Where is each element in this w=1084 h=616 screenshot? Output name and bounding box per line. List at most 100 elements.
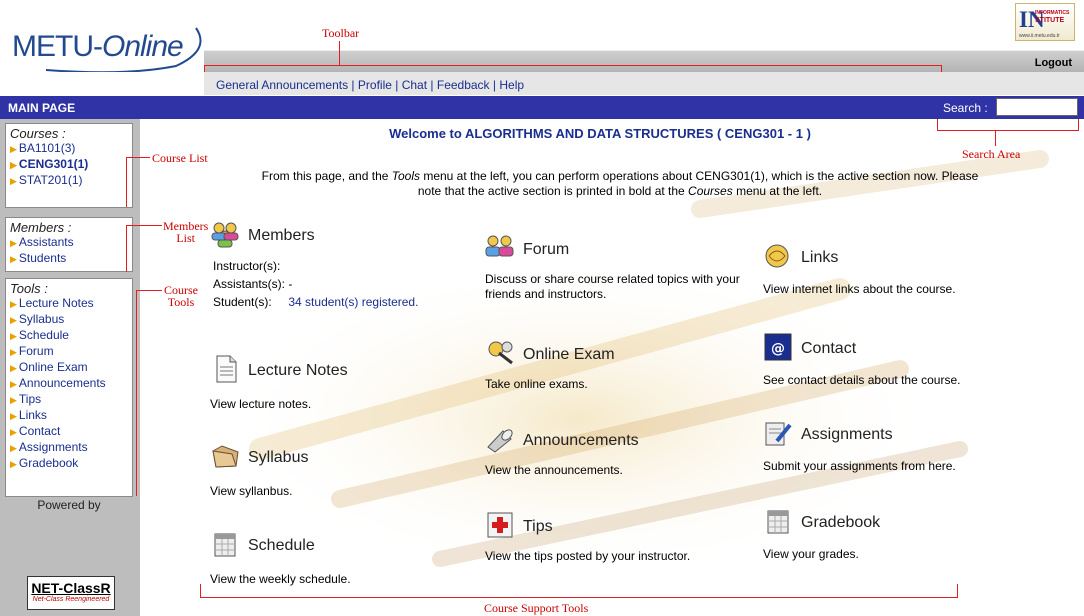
sidebar-item-label: Assistants (18, 235, 74, 249)
tools-heading: Tools : (10, 281, 48, 296)
arrow-right-icon: ▶ (10, 315, 17, 325)
sidebar-item-lecture-notes[interactable]: ▶ Lecture Notes (10, 296, 128, 312)
gradebook-title[interactable]: Gradebook (801, 514, 880, 532)
main-content: Welcome to ALGORITHMS AND DATA STRUCTURE… (140, 119, 1084, 616)
megaphone-icon (487, 429, 513, 453)
sidebar-item-contact[interactable]: ▶ Contact (10, 424, 128, 440)
online-exam-title[interactable]: Online Exam (523, 346, 615, 364)
sidebar-item-label: Schedule (18, 328, 69, 342)
schedule-section: Schedule View the weekly schedule. (210, 530, 460, 587)
toolbar-help[interactable]: Help (499, 78, 524, 92)
tips-title[interactable]: Tips (523, 518, 553, 536)
courses-heading: Courses : (10, 126, 66, 141)
sidebar-item-links[interactable]: ▶ Links (10, 408, 128, 424)
schedule-desc: View the weekly schedule. (210, 572, 351, 586)
gradebook-section: Gradebook View your grades. (763, 507, 1023, 562)
online-exam-desc: Take online exams. (485, 377, 588, 391)
annotation-line (126, 225, 127, 272)
toolbar-chat[interactable]: Chat (402, 78, 427, 92)
students-registered-link[interactable]: 34 student(s) registered. (288, 295, 418, 309)
syllabus-desc: View syllanbus. (210, 484, 293, 498)
contact-section: @ Contact See contact details about the … (763, 333, 1023, 388)
sidebar-item-label: Tips (18, 392, 42, 406)
arrow-right-icon: ▶ (10, 331, 17, 341)
sidebar-item-online-exam[interactable]: ▶ Online Exam (10, 360, 128, 376)
members-title[interactable]: Members (248, 227, 315, 245)
sidebar-item-syllabus[interactable]: ▶ Syllabus (10, 312, 128, 328)
course-list: Courses : ▶ BA1101(3) ▶ CENG301(1) ▶ STAT20… (5, 123, 133, 208)
intro-courses-word: Courses (688, 184, 733, 198)
course-item-label: STAT201(1) (18, 173, 83, 187)
annotation-line (126, 225, 162, 226)
logo-main-text: METU- (12, 30, 103, 63)
members-list: Members : ▶ Assistants ▶ Students (5, 217, 133, 272)
sidebar-item-forum[interactable]: ▶ Forum (10, 344, 128, 360)
annotation-search-area: Search Area (962, 147, 1021, 161)
members-heading: Members : (10, 220, 72, 235)
annotation-line (995, 131, 996, 146)
tips-icon (487, 512, 513, 538)
arrow-right-icon: ▶ (10, 379, 17, 389)
sidebar-item-schedule[interactable]: ▶ Schedule (10, 328, 128, 344)
tips-desc: View the tips posted by your instructor. (485, 549, 691, 563)
annotation-members-list: Members List (163, 220, 208, 244)
course-tools: Tools : ▶ Lecture Notes ▶ Syllabus ▶ Schedu… (5, 278, 133, 497)
students-row: Student(s): 34 student(s) registered. (213, 294, 460, 310)
toolbar-general-announcements[interactable]: General Announcements (216, 78, 348, 92)
annotation-line (126, 157, 127, 207)
sidebar-item-label: Students (18, 251, 67, 265)
annotation-course-tools-line2: Tools (167, 295, 195, 309)
course-item-ba1101[interactable]: ▶ BA1101(3) (10, 141, 128, 157)
syllabus-section: Syllabus View syllanbus. (210, 442, 460, 499)
logout-link[interactable]: Logout (1035, 57, 1072, 69)
course-item-stat201[interactable]: ▶ STAT201(1) (10, 173, 128, 189)
schedule-title[interactable]: Schedule (248, 537, 315, 555)
netclassr-logo[interactable]: NET-ClassR Net-Class Reengineered (27, 576, 115, 610)
powered-by-label: Powered by (37, 498, 101, 512)
arrow-right-icon: ▶ (10, 160, 17, 170)
annotation-line (339, 41, 340, 65)
forum-title[interactable]: Forum (523, 241, 569, 259)
annotation-line (200, 584, 201, 597)
announcements-section: Announcements View the announcements. (485, 425, 755, 478)
toolbar-feedback[interactable]: Feedback (437, 78, 490, 92)
sidebar-item-announcements[interactable]: ▶ Announcements (10, 376, 128, 392)
forum-desc: Discuss or share course related topics w… (485, 272, 740, 301)
folder-icon (212, 445, 239, 468)
main-page-bar: MAIN PAGE Search : (0, 96, 1084, 119)
arrow-right-icon: ▶ (10, 363, 17, 373)
arrow-right-icon: ▶ (10, 411, 17, 421)
contact-title[interactable]: Contact (801, 340, 856, 358)
search-input[interactable] (996, 98, 1078, 116)
sidebar-item-gradebook[interactable]: ▶ Gradebook (10, 456, 128, 472)
sidebar-item-students[interactable]: ▶ Students (10, 251, 128, 267)
annotation-line (937, 130, 1079, 131)
annotation-line (941, 65, 942, 72)
arrow-right-icon: ▶ (10, 395, 17, 405)
svg-text:@: @ (771, 341, 785, 357)
toolbar-profile[interactable]: Profile (358, 78, 392, 92)
syllabus-title[interactable]: Syllabus (248, 449, 308, 467)
sidebar-item-label: Assignments (18, 440, 88, 454)
lecture-notes-title[interactable]: Lecture Notes (248, 362, 348, 380)
announcements-title[interactable]: Announcements (523, 432, 639, 450)
course-item-ceng301[interactable]: ▶ CENG301(1) (10, 157, 128, 173)
calendar-icon (214, 533, 236, 557)
links-desc: View internet links about the course. (763, 282, 956, 296)
annotation-course-tools: Course Tools (164, 284, 198, 308)
sidebar-item-label: Forum (18, 344, 54, 358)
sidebar-item-assistants[interactable]: ▶ Assistants (10, 235, 128, 251)
assignments-title[interactable]: Assignments (801, 426, 893, 444)
annotation-line (204, 65, 205, 72)
arrow-right-icon: ▶ (10, 254, 17, 264)
informatics-institute-logo[interactable]: IN INFORMATICS STITUTE www.ii.metu.edu.t… (1015, 3, 1075, 41)
arrow-right-icon: ▶ (10, 459, 17, 469)
forum-section: Forum Discuss or share course related to… (485, 234, 755, 302)
sidebar-item-assignments[interactable]: ▶ Assignments (10, 440, 128, 456)
sidebar-item-tips[interactable]: ▶ Tips (10, 392, 128, 408)
netclassr-title: NET-ClassR (31, 580, 111, 596)
page-title: MAIN PAGE (8, 101, 76, 115)
links-title[interactable]: Links (801, 249, 838, 267)
arrow-right-icon: ▶ (10, 176, 17, 186)
tips-section: Tips View the tips posted by your instru… (485, 511, 755, 564)
